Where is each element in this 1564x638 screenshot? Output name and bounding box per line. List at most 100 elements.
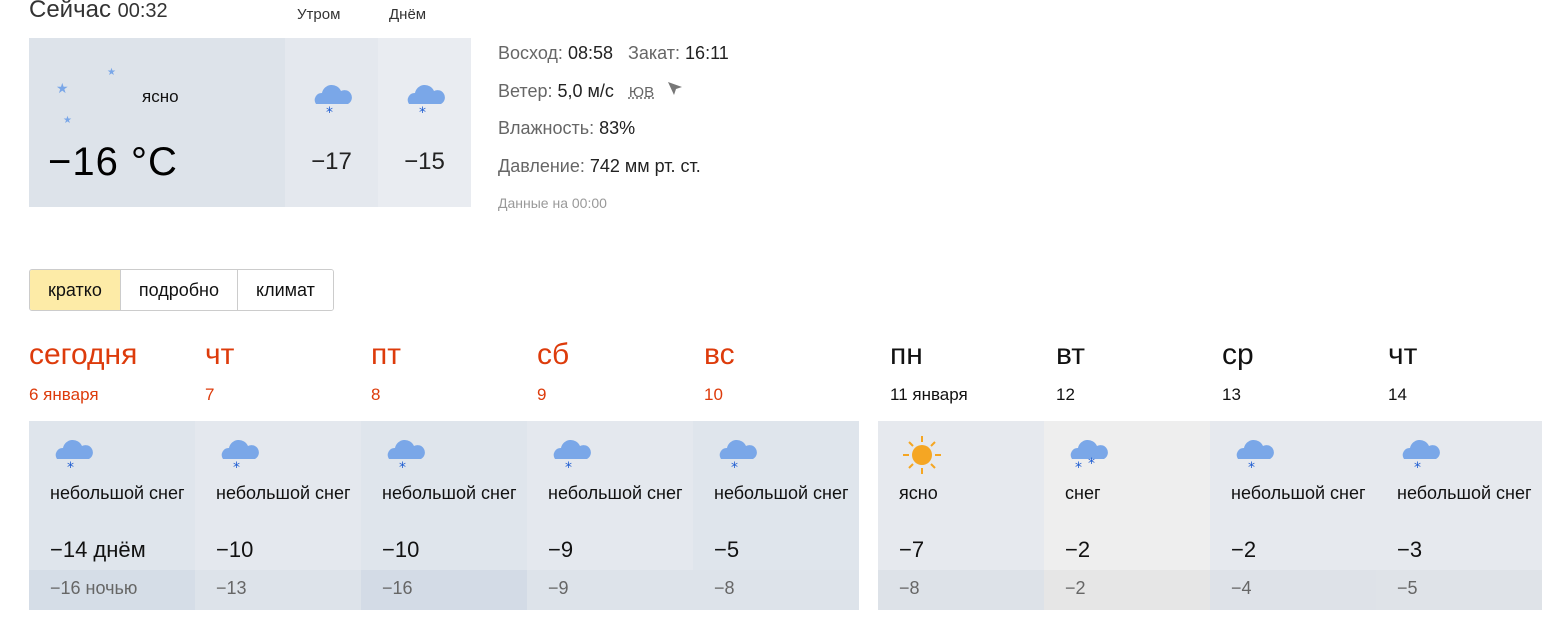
forecast-day-card[interactable]: ясно −7 −8	[878, 421, 1044, 610]
pressure-info: Давление: 742 мм рт. ст.	[498, 156, 701, 177]
forecast-day-card[interactable]: * небольшой снег −10 −13	[195, 421, 361, 610]
current-title-prefix: Сейчас	[29, 0, 111, 23]
forecast-day-temp: −10	[216, 537, 254, 562]
moon-stars-icon: ★ ★ ★	[52, 63, 122, 128]
forecast-day-temp: −9	[548, 537, 574, 562]
sun-icon	[900, 435, 944, 480]
light-snow-icon: *	[217, 435, 261, 478]
forecast-night-row: −4	[1210, 570, 1376, 610]
forecast-day-temp: −7	[899, 537, 925, 562]
svg-text:★: ★	[63, 115, 72, 123]
forecast-night-temp: −16	[382, 578, 413, 598]
humidity-label: Влажность:	[498, 118, 595, 138]
forecast-day-date: 11 января	[890, 385, 968, 404]
sun-times: Восход: 08:58 Закат: 16:11	[498, 43, 729, 64]
forecast-day-temp: −10	[382, 537, 420, 562]
forecast-night-row: −8	[878, 570, 1044, 610]
light-snow-icon: *	[715, 435, 759, 478]
forecast-day-card[interactable]: * небольшой снег −5 −8	[693, 421, 859, 610]
forecast-day-name[interactable]: пт	[371, 338, 401, 372]
svg-text:*: *	[1075, 460, 1082, 473]
day-label: Днём	[389, 6, 427, 23]
morning-panel: * −17	[285, 38, 378, 207]
light-snow-icon: *	[383, 435, 427, 478]
forecast-night-row: −8	[693, 570, 859, 610]
forecast-condition: ясно	[899, 483, 938, 503]
svg-text:*: *	[326, 105, 333, 118]
current-time: 00:32	[117, 0, 168, 22]
data-timestamp: Данные на 00:00	[498, 195, 607, 211]
sunset-label: Закат:	[628, 43, 681, 63]
wind-value: 5,0 м/с	[557, 81, 614, 101]
svg-text:*: *	[399, 460, 406, 473]
day-panel: * −15	[378, 38, 471, 207]
forecast-day-name[interactable]: ср	[1222, 338, 1254, 372]
forecast-night-temp: −5	[1397, 578, 1418, 598]
svg-text:★: ★	[56, 81, 69, 97]
forecast-day-card[interactable]: * небольшой снег −3 −5	[1376, 421, 1542, 610]
forecast-day-name[interactable]: вс	[704, 338, 735, 372]
light-snow-icon: *	[1398, 435, 1442, 478]
forecast-night-row: −16 ночью	[29, 570, 195, 610]
forecast-day-temp: −14 днём	[50, 537, 146, 562]
wind-direction-link[interactable]: ЮВ	[629, 84, 654, 101]
forecast-day-date: 6 января	[29, 385, 99, 404]
forecast-night-temp: −13	[216, 578, 247, 598]
day-temperature: −15	[404, 148, 445, 175]
forecast-day-name[interactable]: чт	[205, 338, 234, 372]
forecast-night-row: −13	[195, 570, 361, 610]
forecast-day-date: 12	[1056, 385, 1075, 404]
humidity-value: 83%	[599, 118, 636, 138]
humidity-info: Влажность: 83%	[498, 118, 635, 139]
forecast-day-card[interactable]: * небольшой снег −14 днём −16 ночью	[29, 421, 195, 610]
snow-icon: * *	[1066, 435, 1110, 478]
tab-climate[interactable]: климат	[238, 270, 333, 310]
sunrise-value: 08:58	[567, 43, 613, 63]
forecast-day-date: 8	[371, 385, 381, 404]
forecast-condition: небольшой снег	[1397, 483, 1532, 503]
current-condition: ясно	[142, 87, 179, 106]
tab-detailed[interactable]: подробно	[120, 270, 238, 310]
forecast-condition: небольшой снег	[1231, 483, 1366, 503]
forecast-night-temp: −4	[1231, 578, 1252, 598]
forecast-day-name[interactable]: сб	[537, 338, 569, 372]
light-snow-icon: *	[549, 435, 593, 478]
forecast-day-temp: −2	[1231, 537, 1257, 562]
forecast-day-name[interactable]: вт	[1056, 338, 1085, 372]
forecast-day-date: 14	[1388, 385, 1407, 404]
forecast-condition: небольшой снег	[382, 483, 517, 503]
forecast-day-card[interactable]: * небольшой снег −10 −16	[361, 421, 527, 610]
svg-text:*: *	[419, 105, 426, 118]
forecast-condition: снег	[1065, 483, 1101, 503]
forecast-day-date: 9	[537, 385, 547, 404]
svg-text:★: ★	[107, 67, 116, 78]
forecast-night-temp: −16 ночью	[50, 578, 138, 598]
current-temperature: −16 °C	[48, 140, 178, 184]
forecast-day-name[interactable]: сегодня	[29, 338, 137, 372]
forecast-day-name[interactable]: чт	[1388, 338, 1417, 372]
svg-text:*: *	[1248, 460, 1255, 473]
forecast-night-temp: −8	[714, 578, 735, 598]
forecast-day-card[interactable]: * * снег −2 −2	[1044, 421, 1210, 610]
svg-text:*: *	[731, 460, 738, 473]
light-snow-icon: *	[51, 435, 95, 478]
svg-text:*: *	[1088, 456, 1095, 472]
current-title: Сейчас 00:32	[29, 0, 168, 24]
light-snow-icon: *	[403, 80, 447, 123]
forecast-night-row: −16	[361, 570, 527, 610]
forecast-condition: небольшой снег	[50, 483, 185, 503]
morning-label: Утром	[297, 6, 341, 23]
forecast-day-card[interactable]: * небольшой снег −2 −4	[1210, 421, 1376, 610]
light-snow-icon: *	[310, 80, 354, 123]
forecast-day-card[interactable]: * небольшой снег −9 −9	[527, 421, 693, 610]
forecast-day-temp: −5	[714, 537, 740, 562]
pressure-label: Давление:	[498, 156, 585, 176]
sunset-value: 16:11	[685, 43, 729, 63]
svg-text:*: *	[565, 460, 572, 473]
forecast-condition: небольшой снег	[548, 483, 683, 503]
forecast-day-date: 10	[704, 385, 723, 404]
forecast-day-date: 13	[1222, 385, 1241, 404]
tab-brief[interactable]: кратко	[30, 270, 121, 310]
forecast-night-row: −5	[1376, 570, 1542, 610]
forecast-day-name[interactable]: пн	[890, 338, 923, 372]
